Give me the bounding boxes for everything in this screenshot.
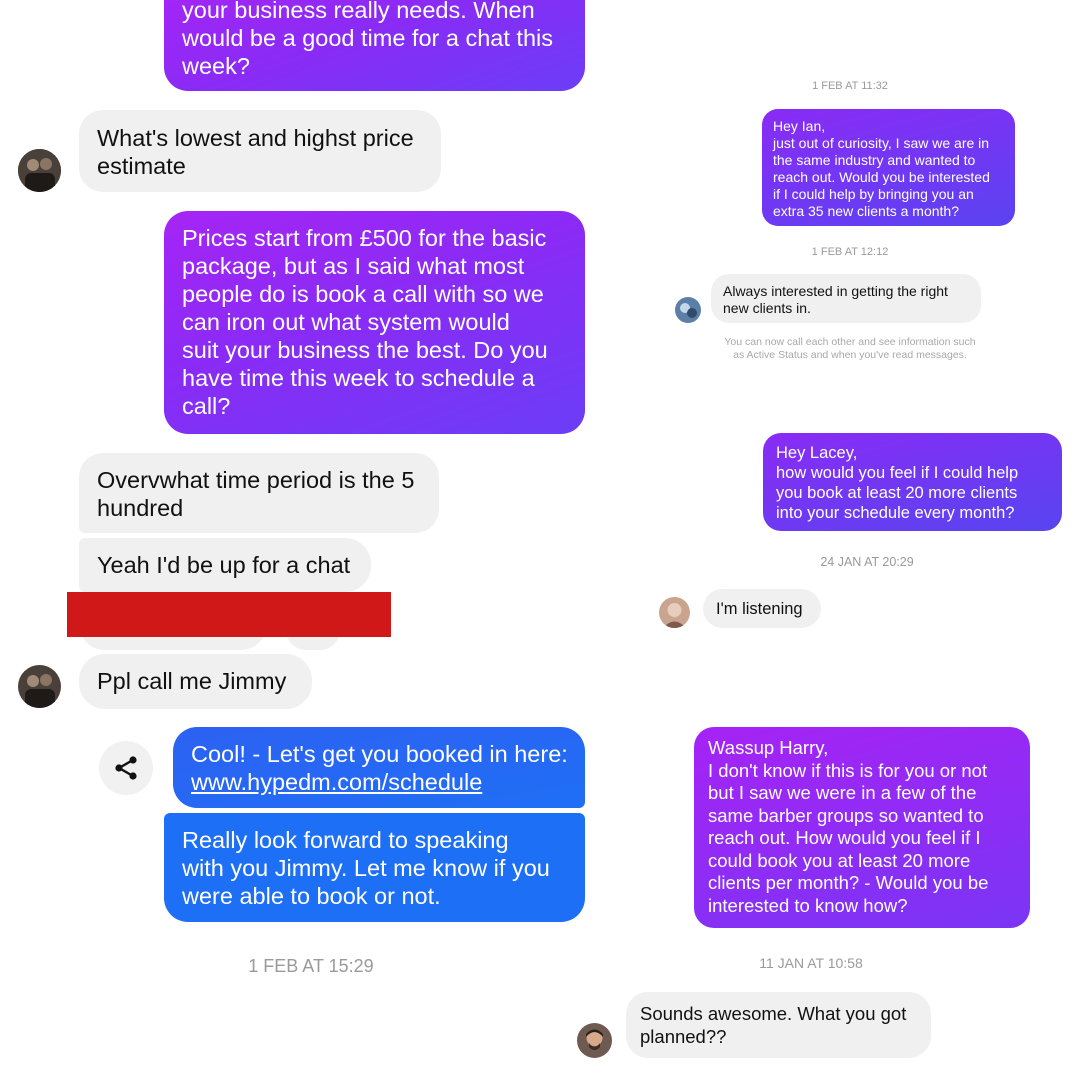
sent-message: Prices start from £500 for the basic pac… bbox=[164, 211, 585, 434]
timestamp: 1 FEB AT 12:12 bbox=[811, 246, 889, 258]
timestamp: 1 FEB AT 15:29 bbox=[248, 956, 374, 976]
sent-message: Hey Ian, just out of curiosity, I saw we… bbox=[762, 109, 1015, 226]
sent-message-link: Cool! - Let's get you booked in here: ww… bbox=[173, 727, 585, 808]
avatar-ian bbox=[675, 297, 701, 323]
share-button[interactable] bbox=[99, 741, 153, 795]
sent-message: Really look forward to speaking with you… bbox=[164, 813, 585, 922]
received-message: Ppl call me Jimmy bbox=[79, 654, 312, 709]
sent-message: Hey Lacey, how would you feel if I could… bbox=[763, 433, 1062, 531]
booking-text: Cool! - Let's get you booked in here: bbox=[191, 741, 568, 767]
timestamp: 1 FEB AT 11:32 bbox=[812, 80, 888, 92]
schedule-link[interactable]: www.hypedm.com/schedule bbox=[191, 769, 482, 795]
received-message: I'm listening bbox=[703, 589, 821, 628]
avatar-harry bbox=[577, 1023, 612, 1058]
received-message: Yeah I'd be up for a chat bbox=[79, 538, 371, 592]
received-message: What's lowest and highst price estimate bbox=[79, 110, 441, 192]
screenshot-collage: your business really needs. When would b… bbox=[0, 0, 1080, 1080]
timestamp: 24 JAN AT 20:29 bbox=[820, 555, 914, 569]
avatar-jimmy bbox=[18, 665, 61, 708]
sent-message: Wassup Harry, I don't know if this is fo… bbox=[694, 727, 1030, 928]
avatar-jimmy bbox=[18, 149, 61, 192]
redaction-bar bbox=[67, 592, 391, 637]
timestamp: 11 JAN AT 10:58 bbox=[759, 955, 863, 971]
system-notice: You can now call each other and see info… bbox=[724, 336, 976, 361]
avatar-lacey bbox=[659, 597, 690, 628]
sent-message-partial: your business really needs. When would b… bbox=[164, 0, 585, 91]
received-message: Always interested in getting the right n… bbox=[711, 274, 981, 323]
received-message: Sounds awesome. What you got planned?? bbox=[626, 992, 931, 1058]
received-message: Overvwhat time period is the 5 hundred bbox=[79, 453, 439, 533]
share-icon bbox=[115, 756, 137, 780]
